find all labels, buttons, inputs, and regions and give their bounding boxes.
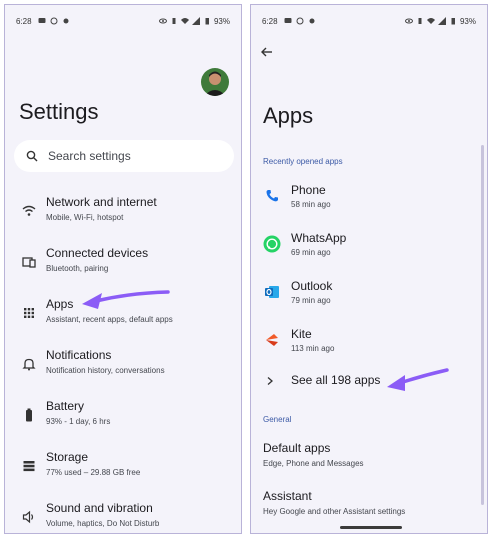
app-last-opened: 58 min ago: [291, 200, 331, 209]
section-header-general: General: [263, 415, 292, 424]
page-title: Apps: [263, 103, 314, 128]
sync-icon: [50, 17, 58, 25]
see-all-apps-button[interactable]: See all 198 apps: [251, 373, 487, 411]
settings-item-title: Battery: [46, 399, 85, 413]
chevron-right-icon: [267, 377, 273, 385]
whatsapp-icon: [263, 235, 281, 253]
settings-item-subtitle: 93% - 1 day, 6 hrs: [46, 417, 111, 426]
app-name: Phone: [291, 183, 326, 197]
status-battery: 93%: [213, 16, 230, 26]
settings-item-subtitle: Notification history, conversations: [46, 366, 165, 375]
status-battery: 93%: [459, 16, 476, 26]
battery-icon: [26, 408, 32, 422]
wifi-status-icon: [180, 18, 189, 24]
status-bar: 6:28 93%: [16, 15, 230, 27]
default-apps-item[interactable]: Default apps Edge, Phone and Messages: [263, 441, 483, 468]
settings-item-storage[interactable]: Storage 77% used – 29.88 GB free: [5, 450, 241, 490]
wifi-status-icon: [426, 18, 435, 24]
apps-grid-icon: [24, 308, 34, 318]
battery-status-icon: [451, 18, 455, 25]
sound-icon: [22, 510, 34, 524]
avatar[interactable]: [201, 68, 229, 96]
app-last-opened: 69 min ago: [291, 248, 331, 257]
settings-item-title: Storage: [46, 450, 89, 464]
settings-item-subtitle: Bluetooth, pairing: [46, 264, 109, 273]
scrollbar[interactable]: [481, 145, 484, 505]
recent-app-kite[interactable]: Kite 113 min ago: [251, 327, 487, 365]
assistant-item[interactable]: Assistant Hey Google and other Assistant…: [263, 489, 483, 516]
settings-item-connected-devices[interactable]: Connected devices Bluetooth, pairing: [5, 246, 241, 286]
settings-item-subtitle: Volume, haptics, Do Not Disturb: [46, 519, 160, 528]
see-all-label: See all 198 apps: [291, 373, 381, 387]
vibrate-icon: [418, 18, 422, 24]
sync-icon: [296, 17, 304, 25]
back-arrow-icon[interactable]: [260, 45, 274, 59]
wifi-icon: [22, 205, 36, 216]
settings-screen: 6:28 93% Settings Search settings Networ…: [4, 4, 242, 534]
search-bar[interactable]: Search settings: [14, 140, 234, 172]
status-bar: 6:28 93%: [262, 15, 476, 27]
recent-app-whatsapp[interactable]: WhatsApp 69 min ago: [251, 231, 487, 269]
settings-item-title: Sound and vibration: [46, 501, 153, 515]
phone-icon: [266, 190, 278, 202]
assistant-title: Assistant: [263, 489, 312, 503]
page-title: Settings: [19, 99, 99, 124]
recent-app-outlook[interactable]: Outlook 79 min ago: [251, 279, 487, 317]
settings-item-title: Connected devices: [46, 246, 149, 260]
search-placeholder: Search settings: [48, 149, 131, 163]
settings-item-subtitle: Mobile, Wi-Fi, hotspot: [46, 213, 124, 222]
settings-item-title: Notifications: [46, 348, 112, 362]
assistant-subtitle: Hey Google and other Assistant settings: [263, 507, 406, 516]
message-icon: [284, 18, 292, 23]
bell-icon: [22, 358, 36, 371]
devices-icon: [22, 257, 36, 268]
settings-item-apps[interactable]: Apps Assistant, recent apps, default app…: [5, 297, 241, 337]
app-name: Outlook: [291, 279, 333, 293]
message-icon: [38, 18, 46, 23]
gesture-nav-bar[interactable]: [340, 526, 402, 529]
eye-icon: [404, 18, 413, 24]
data-saver-icon: [309, 18, 315, 24]
settings-item-sound[interactable]: Sound and vibration Volume, haptics, Do …: [5, 501, 241, 533]
settings-item-title: Network and internet: [46, 195, 157, 209]
data-saver-icon: [63, 18, 69, 24]
apps-screen: 6:28 93% Apps Recently opened apps Phone…: [250, 4, 488, 534]
settings-item-network[interactable]: Network and internet Mobile, Wi-Fi, hots…: [5, 195, 241, 235]
avatar-image: [201, 68, 229, 96]
status-time: 6:28: [16, 16, 32, 26]
signal-icon: [191, 17, 200, 25]
storage-icon: [23, 461, 35, 472]
default-apps-subtitle: Edge, Phone and Messages: [263, 459, 364, 468]
signal-icon: [437, 17, 446, 25]
settings-item-battery[interactable]: Battery 93% - 1 day, 6 hrs: [5, 399, 241, 439]
settings-item-subtitle: 77% used – 29.88 GB free: [46, 468, 141, 477]
search-icon: [26, 150, 38, 162]
default-apps-title: Default apps: [263, 441, 331, 455]
vibrate-icon: [172, 18, 176, 24]
app-last-opened: 79 min ago: [291, 296, 331, 305]
outlook-icon: [265, 286, 279, 298]
settings-item-notifications[interactable]: Notifications Notification history, conv…: [5, 348, 241, 388]
recent-app-phone[interactable]: Phone 58 min ago: [251, 183, 487, 221]
settings-item-subtitle: Assistant, recent apps, default apps: [46, 315, 173, 324]
kite-icon: [266, 334, 278, 346]
battery-status-icon: [205, 18, 209, 25]
eye-icon: [158, 18, 167, 24]
status-time: 6:28: [262, 16, 278, 26]
app-last-opened: 113 min ago: [291, 344, 335, 353]
section-header-recent: Recently opened apps: [263, 157, 343, 166]
settings-item-title: Apps: [46, 297, 74, 311]
app-name: Kite: [291, 327, 312, 341]
app-name: WhatsApp: [291, 231, 347, 245]
